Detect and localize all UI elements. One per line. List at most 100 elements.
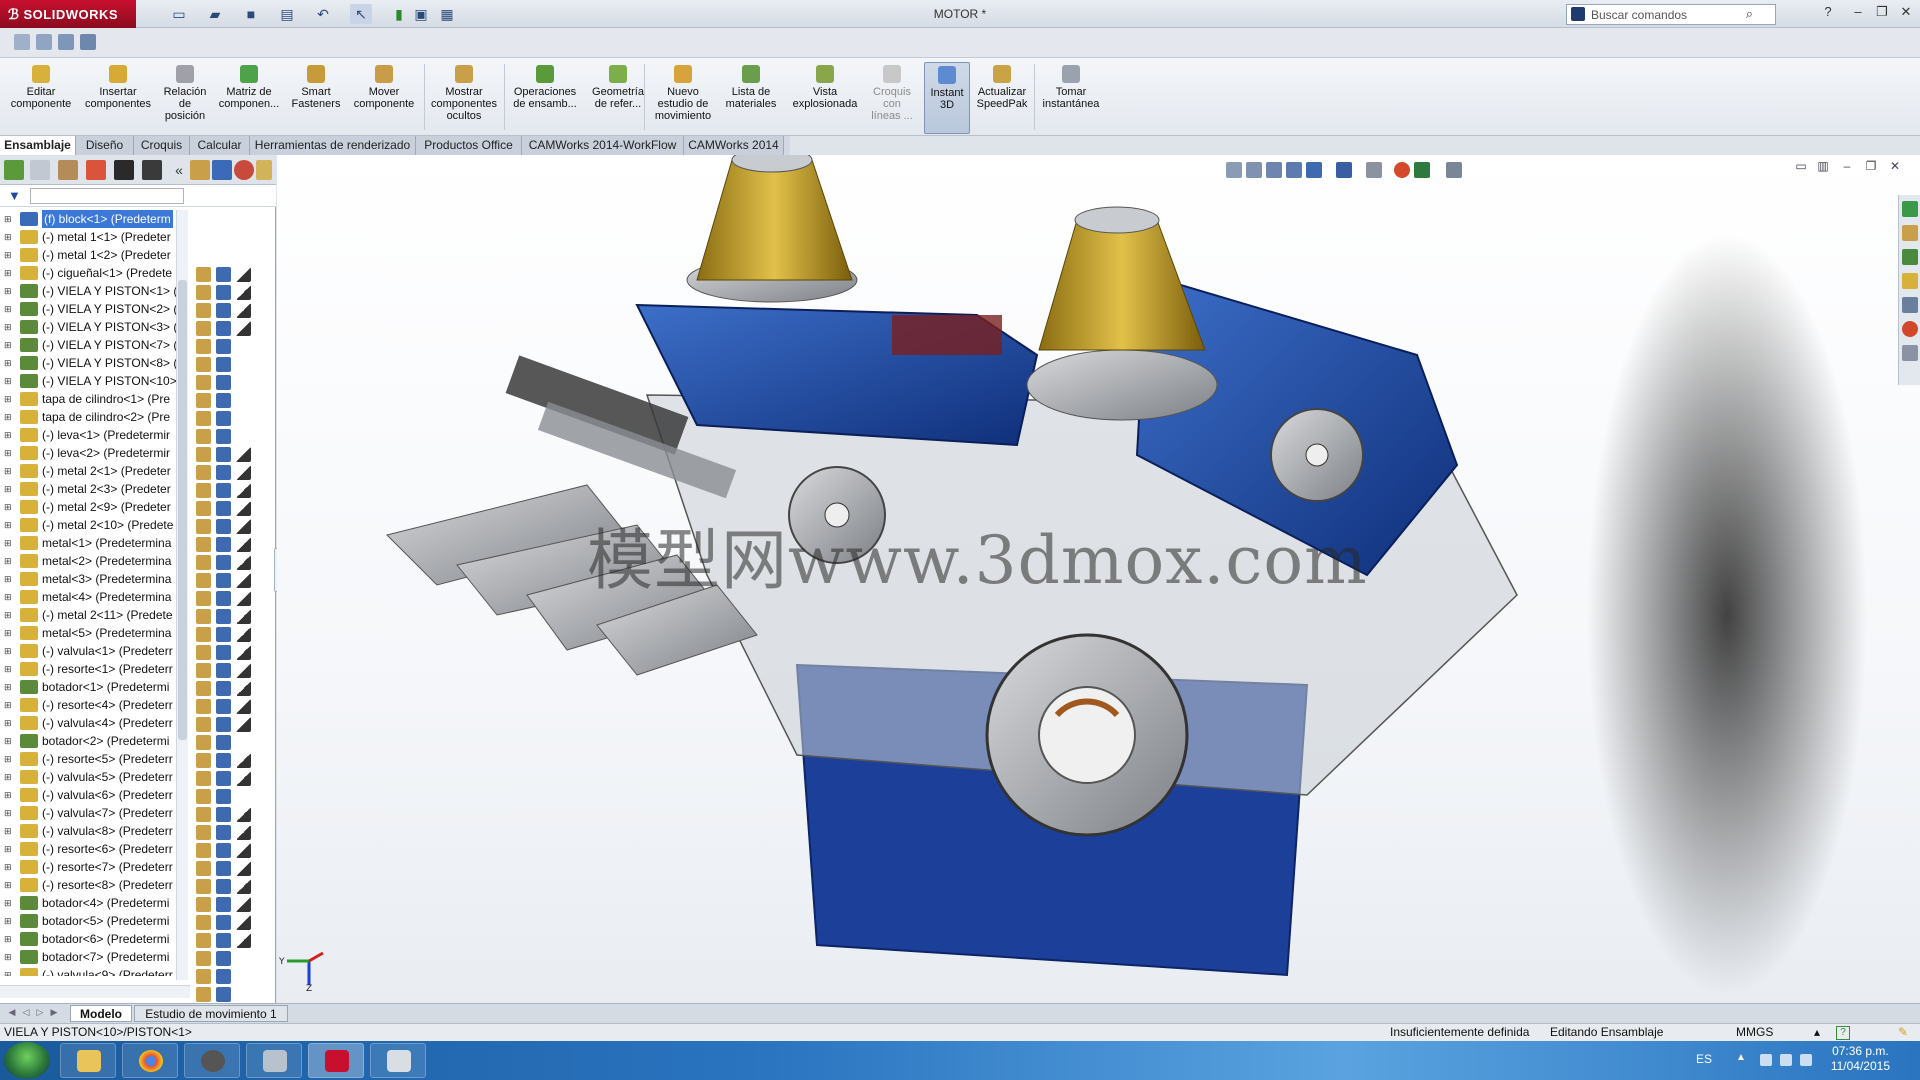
open-folder-icon[interactable]: ▰: [204, 4, 226, 24]
restore-icon[interactable]: ❐: [1872, 4, 1892, 22]
mate-button[interactable]: Relación de posición: [158, 62, 212, 134]
prev-tab-arrow-icon[interactable]: ◁: [20, 1007, 32, 1019]
display-state-icon[interactable]: [216, 825, 231, 840]
smart-fasteners-button[interactable]: Smart Fasteners: [286, 62, 346, 134]
tree-item[interactable]: ⊞ (-) metal 2<9> (Predeter: [0, 498, 190, 516]
rebuild-icon[interactable]: ▮: [388, 4, 410, 24]
property-manager-icon[interactable]: [30, 160, 50, 180]
expand-icon[interactable]: ⊞: [4, 300, 14, 318]
display-state-icon[interactable]: [216, 753, 231, 768]
appearance-state-icon[interactable]: [236, 483, 251, 498]
new-motion-study-button[interactable]: Nuevo estudio de movimiento: [646, 62, 720, 134]
flag-icon[interactable]: [1760, 1054, 1772, 1066]
take-snapshot-button[interactable]: Tomar instantánea: [1036, 62, 1106, 134]
tray-expand-icon[interactable]: ▲: [1736, 1052, 1746, 1063]
zoom-to-fit-icon[interactable]: [1226, 162, 1242, 178]
expand-icon[interactable]: ⊞: [4, 246, 14, 264]
component-state-icon[interactable]: [196, 987, 211, 1002]
section-view-icon[interactable]: [1286, 162, 1302, 178]
display-state-icon[interactable]: [216, 789, 231, 804]
component-state-icon[interactable]: [196, 537, 211, 552]
close-icon[interactable]: ✕: [1896, 4, 1916, 22]
display-state-icon[interactable]: [216, 645, 231, 660]
component-state-icon[interactable]: [196, 483, 211, 498]
tree-item[interactable]: ⊞ (-) VIELA Y PISTON<2> (: [0, 300, 190, 318]
feature-tree-icon[interactable]: [4, 160, 24, 180]
tree-item[interactable]: ⊞ (-) resorte<1> (Predeterr: [0, 660, 190, 678]
doc-restore-icon[interactable]: ❐: [1862, 159, 1880, 175]
appearance-state-icon[interactable]: [236, 681, 251, 696]
expand-icon[interactable]: ⊞: [4, 894, 14, 912]
component-state-icon[interactable]: [196, 573, 211, 588]
tree-item[interactable]: ⊞ (-) metal 2<11> (Predete: [0, 606, 190, 624]
display-state-icon[interactable]: [216, 357, 231, 372]
component-state-icon[interactable]: [196, 771, 211, 786]
display-state-icon[interactable]: [216, 555, 231, 570]
view-orientation-icon[interactable]: [1306, 162, 1322, 178]
expand-icon[interactable]: ⊞: [4, 408, 14, 426]
component-state-icon[interactable]: [196, 465, 211, 480]
expand-icon[interactable]: ⊞: [4, 282, 14, 300]
component-state-icon[interactable]: [196, 591, 211, 606]
component-state-icon[interactable]: [196, 285, 211, 300]
component-state-icon[interactable]: [196, 267, 211, 282]
tree-item[interactable]: ⊞ (-) cigueñal<1> (Predete: [0, 264, 190, 282]
tree-item[interactable]: ⊞ (-) metal 1<1> (Predeter: [0, 228, 190, 246]
display-state-icon[interactable]: [216, 267, 231, 282]
search-commands-input[interactable]: Buscar comandos ⌕: [1566, 4, 1776, 25]
expand-icon[interactable]: ⊞: [4, 660, 14, 678]
component-state-icon[interactable]: [196, 357, 211, 372]
expand-icon[interactable]: ⊞: [4, 858, 14, 876]
taskbar-paint[interactable]: [370, 1043, 426, 1078]
tab-motion-study-1[interactable]: Estudio de movimiento 1: [134, 1005, 288, 1022]
help-icon[interactable]: ?: [1818, 4, 1838, 22]
display-state-icon[interactable]: [216, 879, 231, 894]
taskbar-solidworks[interactable]: [308, 1043, 364, 1078]
expand-icon[interactable]: ⊞: [4, 768, 14, 786]
component-state-icon[interactable]: [196, 429, 211, 444]
explode-line-sketch-button[interactable]: Croquis con líneas ...: [868, 62, 916, 134]
tree-item[interactable]: ⊞ (-) resorte<4> (Predeterr: [0, 696, 190, 714]
expand-icon[interactable]: ⊞: [4, 570, 14, 588]
display-state-icon[interactable]: [216, 573, 231, 588]
tree-item[interactable]: ⊞ (-) valvula<8> (Predeterr: [0, 822, 190, 840]
appearance-state-icon[interactable]: [236, 825, 251, 840]
tree-item[interactable]: ⊞ (-) valvula<9> (Predeterr: [0, 966, 190, 976]
custom-properties-icon[interactable]: [1902, 345, 1918, 361]
component-state-icon[interactable]: [196, 915, 211, 930]
edit-component-button[interactable]: Editar componente: [4, 62, 78, 134]
appearance-state-icon[interactable]: [236, 915, 251, 930]
display-state-icon[interactable]: [216, 285, 231, 300]
expand-icon[interactable]: ⊞: [4, 804, 14, 822]
component-state-icon[interactable]: [196, 825, 211, 840]
component-state-icon[interactable]: [196, 933, 211, 948]
solidworks-logo[interactable]: ℬ SOLIDWORKS: [0, 0, 136, 28]
previous-view-icon[interactable]: [1266, 162, 1282, 178]
tree-item[interactable]: ⊞ tapa de cilindro<2> (Pre: [0, 408, 190, 426]
appearance-state-icon[interactable]: [236, 717, 251, 732]
expand-icon[interactable]: ⊞: [4, 966, 14, 976]
component-state-icon[interactable]: [196, 303, 211, 318]
taskbar-media[interactable]: [184, 1043, 240, 1078]
graphics-viewport[interactable]: 模型网www.3dmox.com ▭ ▥ – ❐ ✕ Y Z: [277, 155, 1920, 1003]
display-state-icon[interactable]: [216, 933, 231, 948]
display-state-icon[interactable]: [216, 861, 231, 876]
clock[interactable]: 07:36 p.m. 11/04/2015: [1831, 1044, 1890, 1074]
expand-icon[interactable]: ⊞: [4, 210, 14, 228]
appearance-state-icon[interactable]: [236, 591, 251, 606]
show-hidden-components-button[interactable]: Mostrar componentes ocultos: [426, 62, 502, 134]
expand-icon[interactable]: ⊞: [4, 948, 14, 966]
help-status-icon[interactable]: ?: [1836, 1026, 1850, 1040]
tree-item[interactable]: ⊞ (-) VIELA Y PISTON<10>: [0, 372, 190, 390]
display-style-icon[interactable]: [1336, 162, 1352, 178]
display-state-icon[interactable]: [216, 807, 231, 822]
scrollbar-thumb[interactable]: [178, 280, 187, 740]
tree-item[interactable]: ⊞ (-) VIELA Y PISTON<7> (: [0, 336, 190, 354]
tree-item[interactable]: ⊞ metal<5> (Predetermina: [0, 624, 190, 642]
tree-item[interactable]: ⊞ (-) valvula<5> (Predeterr: [0, 768, 190, 786]
tree-item[interactable]: ⊞ (-) VIELA Y PISTON<8> (: [0, 354, 190, 372]
appearance-state-icon[interactable]: [236, 267, 251, 282]
expand-icon[interactable]: ⊞: [4, 588, 14, 606]
tree-item[interactable]: ⊞ (-) resorte<5> (Predeterr: [0, 750, 190, 768]
expand-icon[interactable]: ⊞: [4, 732, 14, 750]
